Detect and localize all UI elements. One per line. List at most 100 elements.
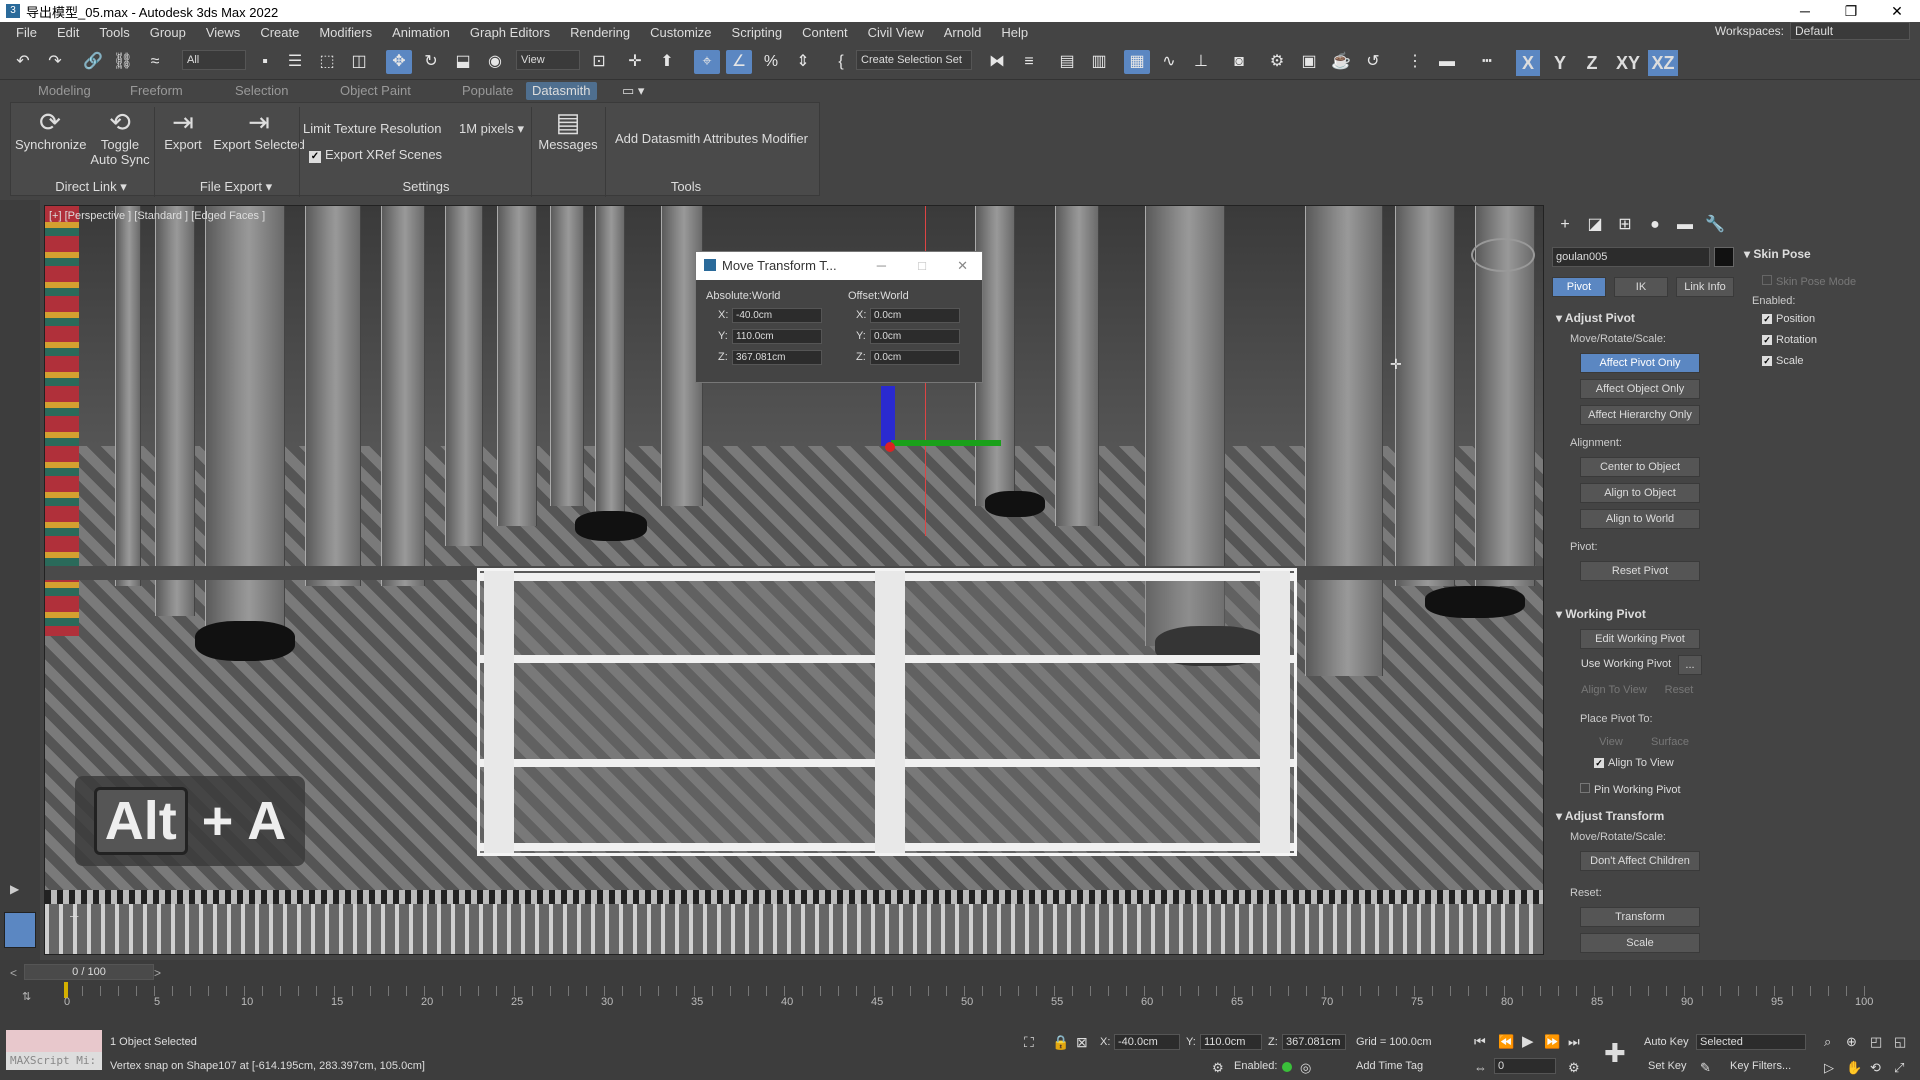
- align-to-view-button[interactable]: Align To View: [1576, 681, 1652, 701]
- undo-icon[interactable]: ↶: [10, 50, 36, 74]
- window-crossing-icon[interactable]: ◫: [346, 50, 372, 74]
- zoom-extents-icon[interactable]: ◰: [1870, 1034, 1882, 1050]
- pixels-dropdown[interactable]: 1M pixels ▾: [459, 121, 524, 137]
- set-key-button[interactable]: Set Key: [1648, 1060, 1687, 1072]
- affect-object-only-button[interactable]: Affect Object Only: [1580, 379, 1700, 399]
- place-pivot-view-button[interactable]: View: [1588, 733, 1634, 753]
- unlink-icon[interactable]: ⛓: [110, 50, 136, 74]
- redo-icon[interactable]: ↷: [42, 50, 68, 74]
- ruler-icon[interactable]: ▬: [1434, 50, 1460, 74]
- tab-modeling[interactable]: Modeling: [38, 82, 91, 100]
- key-mode-icon[interactable]: ⇔: [1474, 1060, 1487, 1075]
- maximize-button[interactable]: ❐: [1828, 0, 1874, 22]
- off-z-field[interactable]: 0.0cm: [870, 350, 960, 365]
- axis-z-button[interactable]: Z: [1580, 50, 1604, 76]
- object-name-field[interactable]: goulan005: [1552, 247, 1710, 267]
- menu-animation[interactable]: Animation: [382, 22, 460, 44]
- abs-z-field[interactable]: 367.081cm: [732, 350, 822, 365]
- rotate-icon[interactable]: ↻: [418, 50, 444, 74]
- off-x-field[interactable]: 0.0cm: [870, 308, 960, 323]
- dialog-minimize-button[interactable]: ─: [877, 252, 886, 280]
- object-color-swatch[interactable]: [1714, 247, 1734, 267]
- skin-pose-rollout[interactable]: ▾ Skin Pose: [1744, 247, 1811, 261]
- ribbon-options-icon[interactable]: ▭ ▾: [622, 82, 644, 100]
- axis-y-button[interactable]: Y: [1548, 50, 1572, 76]
- abs-x-field[interactable]: -40.0cm: [732, 308, 822, 323]
- tab-object-paint[interactable]: Object Paint: [340, 82, 411, 100]
- use-working-pivot-button[interactable]: Use Working Pivot: [1576, 655, 1676, 675]
- ref-coord-dropdown[interactable]: View: [516, 50, 580, 70]
- axis-x-button[interactable]: X: [1516, 50, 1540, 76]
- select-by-name-icon[interactable]: ☰: [282, 50, 308, 74]
- affect-pivot-only-button[interactable]: Affect Pivot Only: [1580, 353, 1700, 373]
- lock-selection-icon[interactable]: 🔒: [1052, 1034, 1069, 1051]
- add-time-tag-button[interactable]: Add Time Tag: [1356, 1060, 1423, 1072]
- menu-customize[interactable]: Customize: [640, 22, 721, 44]
- viewport-label[interactable]: [+] [Perspective ] [Standard ] [Edged Fa…: [49, 210, 265, 222]
- set-key-big-icon[interactable]: ✚: [1604, 1038, 1626, 1069]
- toggle-auto-sync-button[interactable]: ⟲ Toggle Auto Sync: [89, 107, 151, 167]
- activeshade-icon[interactable]: ↺: [1360, 50, 1386, 74]
- key-filters-button[interactable]: Key Filters...: [1730, 1060, 1791, 1072]
- menu-group[interactable]: Group: [140, 22, 196, 44]
- angle-snap-icon[interactable]: ∠: [726, 50, 752, 74]
- snaps-toggle-icon[interactable]: ⌖: [694, 50, 720, 74]
- dialog-close-button[interactable]: ✕: [957, 252, 968, 280]
- adaptive-degradation-icon[interactable]: ⚙: [1212, 1060, 1224, 1076]
- dots-icon[interactable]: ┅: [1474, 50, 1500, 74]
- tab-datasmith[interactable]: Datasmith: [526, 82, 597, 100]
- edit-working-pivot-button[interactable]: Edit Working Pivot: [1580, 629, 1700, 649]
- axis-xy-button[interactable]: XY: [1612, 50, 1644, 76]
- close-button[interactable]: ✕: [1874, 0, 1920, 22]
- scale-checkbox[interactable]: ✓ Scale: [1762, 355, 1804, 367]
- render-setup-icon[interactable]: ⚙: [1264, 50, 1290, 74]
- reset-scale-button[interactable]: Scale: [1580, 933, 1700, 953]
- coord-z-field[interactable]: 367.081cm: [1282, 1034, 1346, 1050]
- expand-arrow-icon[interactable]: ▶: [10, 882, 26, 898]
- minimize-button[interactable]: ─: [1782, 0, 1828, 22]
- edit-named-selection-icon[interactable]: {: [828, 50, 854, 74]
- layout-tab-icon[interactable]: [4, 912, 36, 948]
- coord-x-field[interactable]: -40.0cm: [1114, 1034, 1180, 1050]
- render-teapot-icon[interactable]: ☕: [1328, 50, 1354, 74]
- percent-snap-icon[interactable]: %: [758, 50, 784, 74]
- gizmo-y-arrow[interactable]: [891, 440, 1001, 446]
- add-datasmith-modifier-button[interactable]: Add Datasmith Attributes Modifier: [615, 131, 808, 146]
- isolate-selection-icon[interactable]: ⛶: [1024, 1034, 1034, 1051]
- viewcube-icon[interactable]: [1471, 238, 1535, 272]
- material-editor-icon[interactable]: ◙: [1226, 50, 1252, 74]
- link-icon[interactable]: 🔗: [80, 50, 106, 74]
- time-tag-icon[interactable]: ◎: [1300, 1060, 1311, 1076]
- working-pivot-rollout[interactable]: ▾ Working Pivot: [1556, 607, 1646, 621]
- orbit-icon[interactable]: ⟲: [1870, 1060, 1881, 1076]
- field-of-view-icon[interactable]: ▷: [1824, 1060, 1834, 1076]
- coord-y-field[interactable]: 110.0cm: [1200, 1034, 1262, 1050]
- zoom-icon[interactable]: ⌕: [1824, 1034, 1831, 1050]
- align-to-world-button[interactable]: Align to World: [1580, 509, 1700, 529]
- export-xref-checkbox[interactable]: ✓ Export XRef Scenes: [309, 147, 442, 163]
- off-y-field[interactable]: 0.0cm: [870, 329, 960, 344]
- abs-y-field[interactable]: 110.0cm: [732, 329, 822, 344]
- scale-icon[interactable]: ⬓: [450, 50, 476, 74]
- keyboard-shortcut-icon[interactable]: ⬆: [654, 50, 680, 74]
- hierarchy-tab-icon[interactable]: ⊞: [1612, 213, 1638, 237]
- workspace-dropdown[interactable]: Default: [1790, 22, 1910, 40]
- goto-end-icon[interactable]: ⏭: [1568, 1034, 1580, 1050]
- affect-hierarchy-only-button[interactable]: Affect Hierarchy Only: [1580, 405, 1700, 425]
- link-info-tab[interactable]: Link Info: [1676, 277, 1734, 297]
- display-tab-icon[interactable]: ▬: [1672, 213, 1698, 237]
- key-set-dropdown[interactable]: Selected: [1696, 1034, 1806, 1050]
- next-key-icon[interactable]: ⏩: [1544, 1034, 1560, 1050]
- axis-xz-button[interactable]: XZ: [1648, 50, 1678, 76]
- current-frame-field[interactable]: 0: [1494, 1058, 1556, 1074]
- utilities-tab-icon[interactable]: 🔧: [1702, 213, 1728, 237]
- export-button[interactable]: ⇥ Export: [157, 107, 209, 152]
- tab-populate[interactable]: Populate: [462, 82, 513, 100]
- rendered-frame-icon[interactable]: ▣: [1296, 50, 1322, 74]
- create-tab-icon[interactable]: +: [1552, 213, 1578, 237]
- schematic-view-icon[interactable]: ⊥: [1188, 50, 1214, 74]
- rotation-checkbox[interactable]: ✓ Rotation: [1762, 334, 1817, 346]
- tab-selection[interactable]: Selection: [235, 82, 288, 100]
- maximize-viewport-icon[interactable]: ⤢: [1894, 1060, 1904, 1076]
- menu-arnold[interactable]: Arnold: [934, 22, 992, 44]
